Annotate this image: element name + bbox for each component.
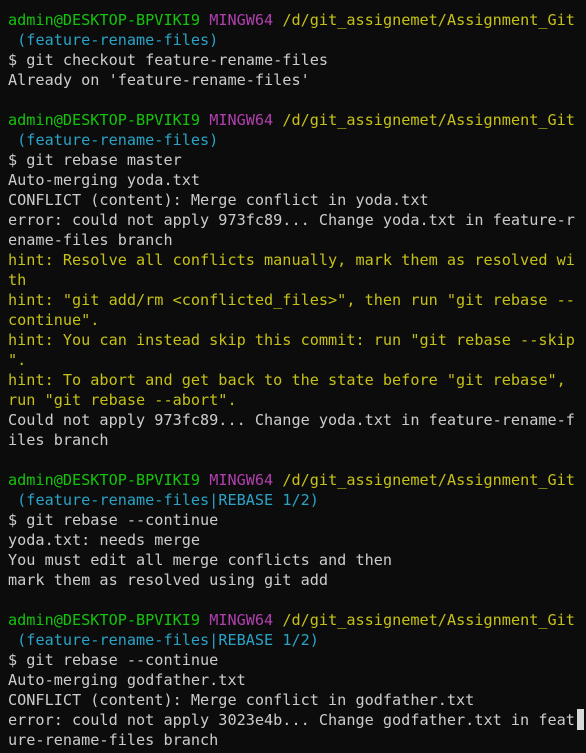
- prompt-branch-line: (feature-rename-files|REBASE 1/2): [8, 630, 578, 650]
- output-line: Auto-merging godfather.txt: [8, 670, 578, 690]
- hint-line: hint: You can instead skip this commit: …: [8, 330, 578, 350]
- prompt-branch: (feature-rename-files): [17, 31, 219, 49]
- output-text: Already on 'feature-rename-files': [8, 71, 310, 89]
- output-line: CONFLICT (content): Merge conflict in go…: [8, 690, 578, 710]
- prompt-branch-line: (feature-rename-files|REBASE 1/2): [8, 490, 578, 510]
- output-line: Already on 'feature-rename-files': [8, 70, 578, 90]
- output-line: Could not apply 973fc89... Change yoda.t…: [8, 410, 578, 430]
- output-text: yoda.txt: needs merge: [8, 531, 201, 549]
- output-text: error: could not apply 973fc89... Change…: [8, 211, 575, 229]
- output-text: run "git rebase --abort".: [8, 391, 237, 409]
- output-text: hint: "git add/rm <conflicted_files>", t…: [8, 291, 575, 309]
- hint-line: hint: "git add/rm <conflicted_files>", t…: [8, 290, 578, 310]
- prompt-path: /d/git_assignemet/Assignment_Git: [282, 11, 575, 29]
- prompt-shell: MINGW64: [209, 611, 274, 629]
- output-text: hint: To abort and get back to the state…: [8, 371, 566, 389]
- command-text: $ git rebase --continue: [8, 511, 219, 529]
- hint-line: continue".: [8, 310, 578, 330]
- command-text: $ git rebase master: [8, 151, 182, 169]
- output-line: error: could not apply 3023e4b... Change…: [8, 710, 578, 730]
- command-text: $ git checkout feature-rename-files: [8, 51, 329, 69]
- output-line: mark them as resolved using git add: [8, 570, 578, 590]
- hint-line: hint: To abort and get back to the state…: [8, 370, 578, 390]
- prompt-line: admin@DESKTOP-BPVIKI9 MINGW64 /d/git_ass…: [8, 470, 578, 490]
- output-line: ename-files branch: [8, 230, 578, 250]
- prompt-branch: (feature-rename-files|REBASE 1/2): [17, 491, 319, 509]
- output-text: Could not apply 973fc89... Change yoda.t…: [8, 411, 575, 429]
- command-line: $ git rebase --continue: [8, 510, 578, 530]
- output-text: ename-files branch: [8, 231, 173, 249]
- hint-line: ".: [8, 350, 578, 370]
- prompt-branch: (feature-rename-files|REBASE 1/2): [17, 631, 319, 649]
- output-text: mark them as resolved using git add: [8, 571, 329, 589]
- prompt-user-host: admin@DESKTOP-BPVIKI9: [8, 471, 201, 489]
- output-line: You must edit all merge conflicts and th…: [8, 550, 578, 570]
- prompt-branch: (feature-rename-files): [17, 131, 219, 149]
- output-text: th: [8, 271, 27, 289]
- prompt-branch-line: (feature-rename-files): [8, 30, 578, 50]
- output-text: Auto-merging godfather.txt: [8, 671, 246, 689]
- output-text: error: could not apply 3023e4b... Change…: [8, 711, 575, 729]
- command-block: admin@DESKTOP-BPVIKI9 MINGW64 /d/git_ass…: [8, 90, 578, 450]
- hint-line: hint: Resolve all conflicts manually, ma…: [8, 250, 578, 270]
- output-line: yoda.txt: needs merge: [8, 530, 578, 550]
- command-block: admin@DESKTOP-BPVIKI9 MINGW64 /d/git_ass…: [8, 450, 578, 590]
- output-text: hint: Resolve all conflicts manually, ma…: [8, 251, 575, 269]
- output-line: ure-rename-files branch: [8, 730, 578, 750]
- output-line: Auto-merging yoda.txt: [8, 170, 578, 190]
- prompt-path: /d/git_assignemet/Assignment_Git: [282, 111, 575, 129]
- prompt-path: /d/git_assignemet/Assignment_Git: [282, 611, 575, 629]
- prompt-shell: MINGW64: [209, 471, 274, 489]
- output-text: You must edit all merge conflicts and th…: [8, 551, 393, 569]
- terminal-output[interactable]: admin@DESKTOP-BPVIKI9 MINGW64 /d/git_ass…: [8, 10, 578, 753]
- hint-line: run "git rebase --abort".: [8, 390, 578, 410]
- prompt-line: admin@DESKTOP-BPVIKI9 MINGW64 /d/git_ass…: [8, 110, 578, 130]
- command-line: $ git checkout feature-rename-files: [8, 50, 578, 70]
- prompt-user-host: admin@DESKTOP-BPVIKI9: [8, 111, 201, 129]
- prompt-path: /d/git_assignemet/Assignment_Git: [282, 471, 575, 489]
- command-line: $ git rebase master: [8, 150, 578, 170]
- command-block: admin@DESKTOP-BPVIKI9 MINGW64 /d/git_ass…: [8, 10, 578, 90]
- prompt-user-host: admin@DESKTOP-BPVIKI9: [8, 11, 201, 29]
- command-text: $ git rebase --continue: [8, 651, 219, 669]
- output-line: CONFLICT (content): Merge conflict in yo…: [8, 190, 578, 210]
- prompt-branch-line: (feature-rename-files): [8, 130, 578, 150]
- output-text: Auto-merging yoda.txt: [8, 171, 201, 189]
- output-line: iles branch: [8, 430, 578, 450]
- output-text: ure-rename-files branch: [8, 731, 219, 749]
- output-text: continue".: [8, 311, 100, 329]
- prompt-shell: MINGW64: [209, 11, 274, 29]
- output-text: hint: You can instead skip this commit: …: [8, 331, 575, 349]
- command-block: admin@DESKTOP-BPVIKI9 MINGW64 /d/git_ass…: [8, 590, 578, 750]
- hint-line: th: [8, 270, 578, 290]
- output-text: ".: [8, 351, 27, 369]
- output-text: iles branch: [8, 431, 109, 449]
- output-text: CONFLICT (content): Merge conflict in yo…: [8, 191, 429, 209]
- scrollbar-thumb[interactable]: [577, 709, 584, 730]
- prompt-shell: MINGW64: [209, 111, 274, 129]
- output-text: CONFLICT (content): Merge conflict in go…: [8, 691, 475, 709]
- output-line: error: could not apply 973fc89... Change…: [8, 210, 578, 230]
- prompt-line: admin@DESKTOP-BPVIKI9 MINGW64 /d/git_ass…: [8, 610, 578, 630]
- command-line: $ git rebase --continue: [8, 650, 578, 670]
- prompt-line: admin@DESKTOP-BPVIKI9 MINGW64 /d/git_ass…: [8, 10, 578, 30]
- prompt-user-host: admin@DESKTOP-BPVIKI9: [8, 611, 201, 629]
